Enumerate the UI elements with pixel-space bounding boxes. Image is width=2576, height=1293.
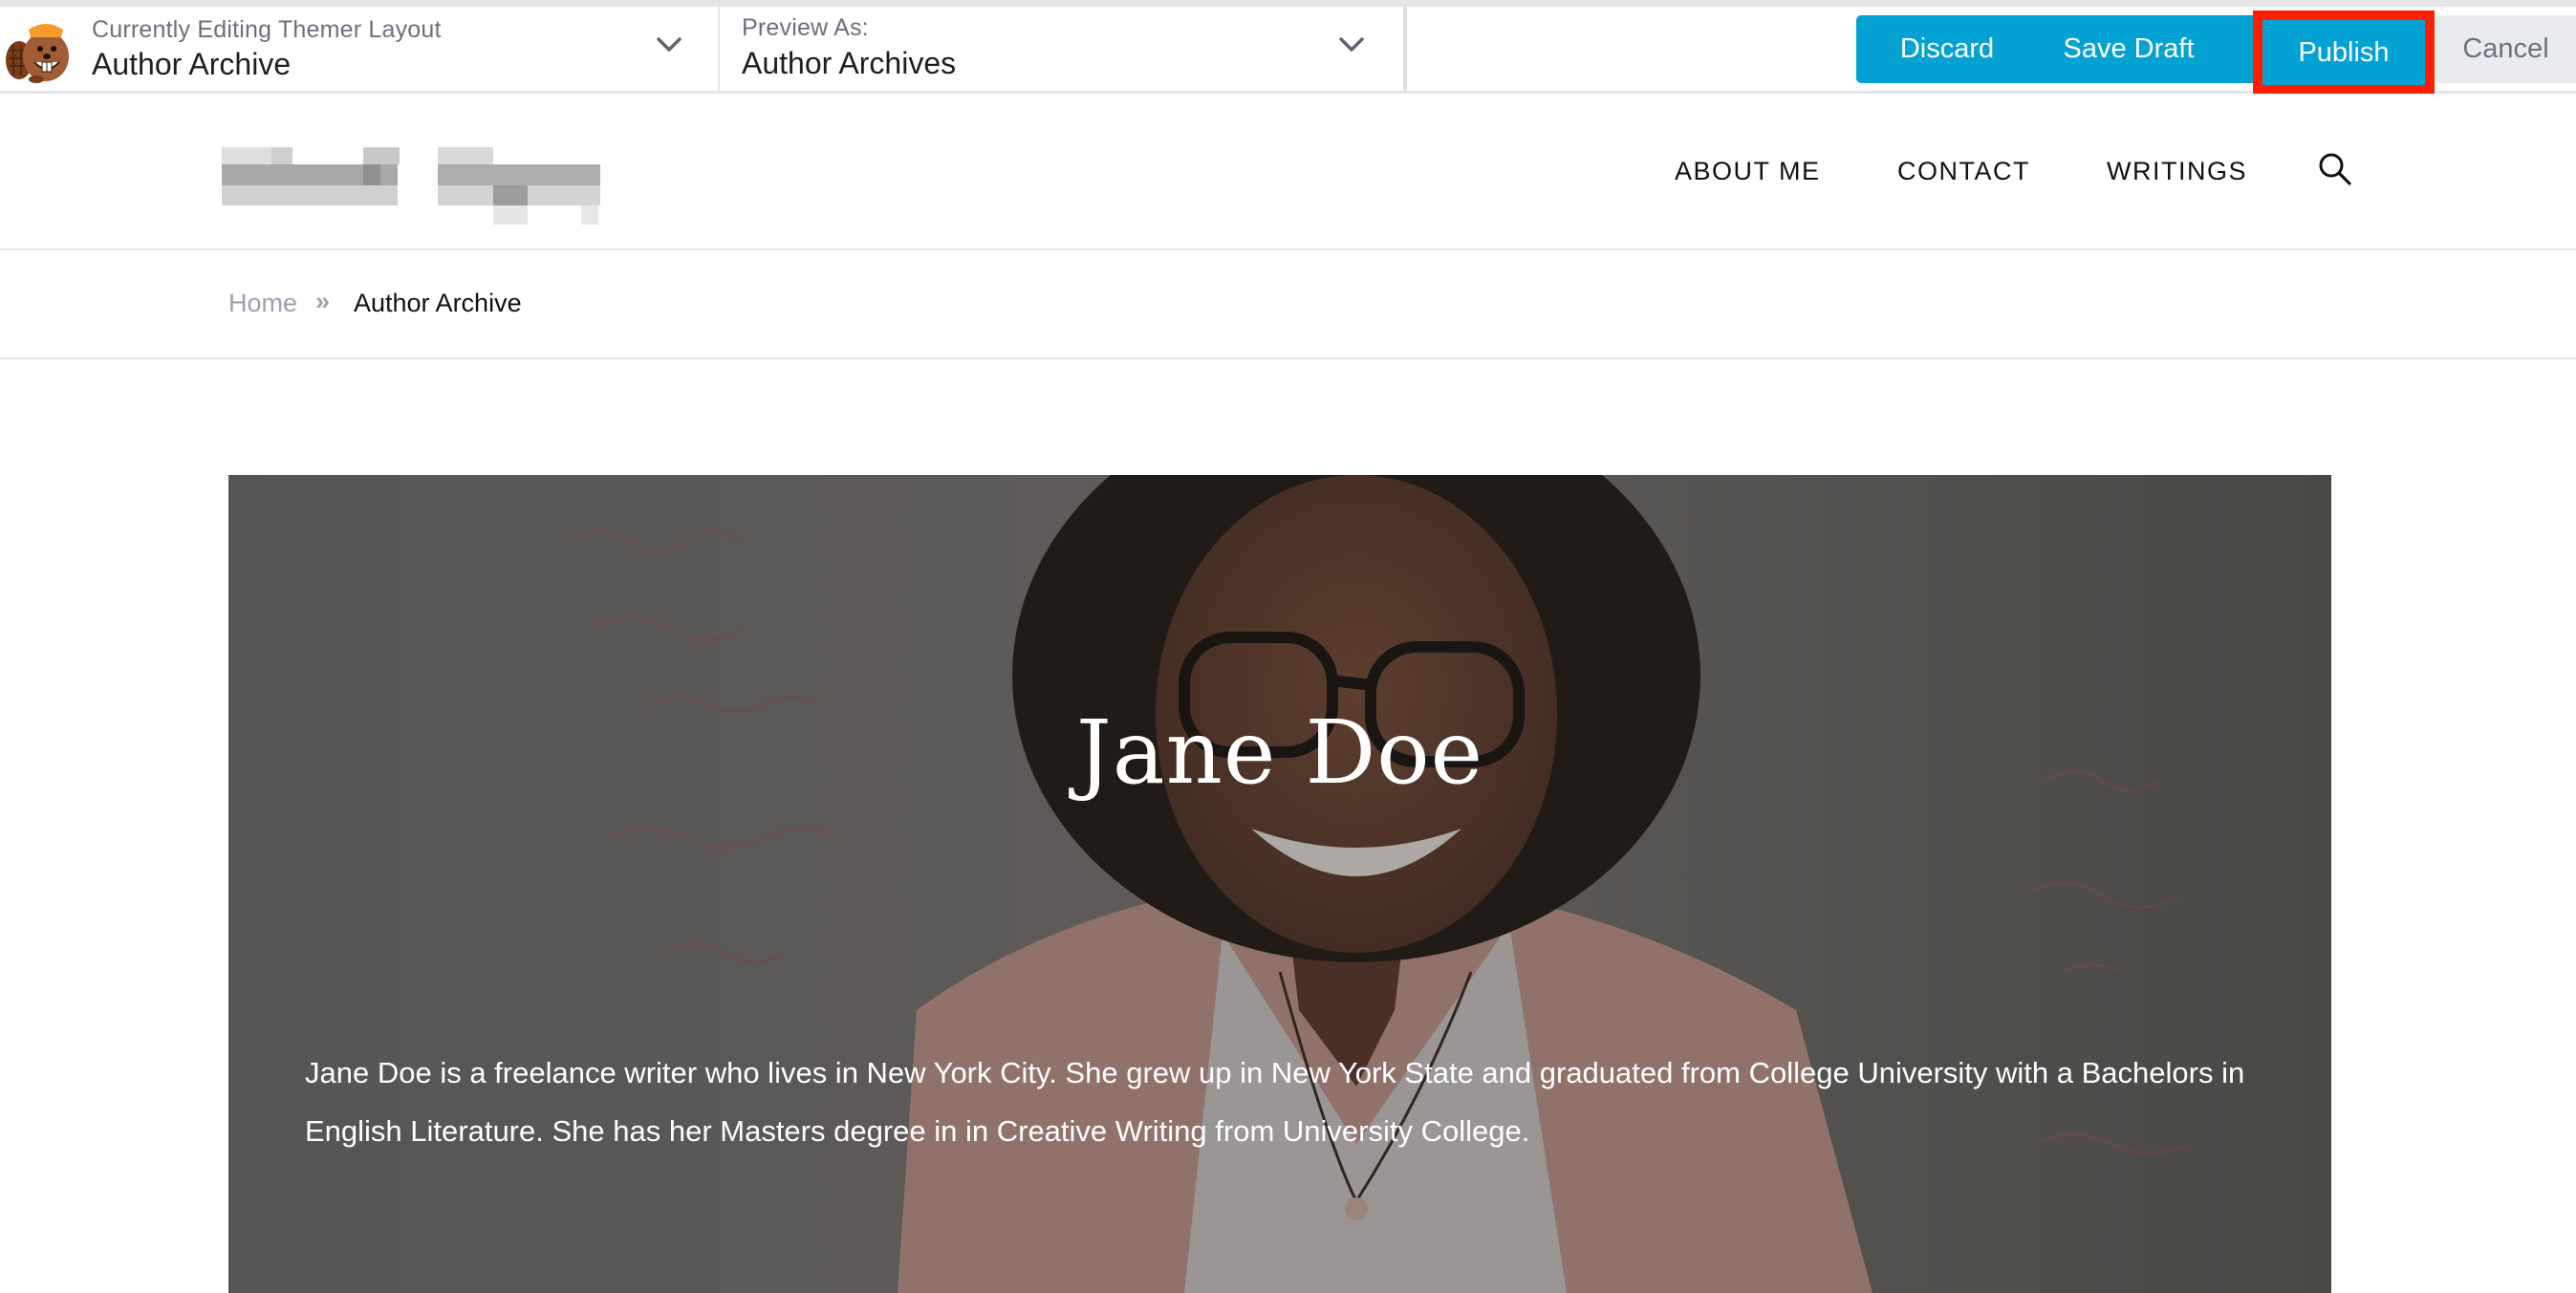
builder-toolbar: Currently Editing Themer Layout Author A… bbox=[0, 0, 2576, 95]
save-draft-button[interactable]: Save Draft bbox=[2038, 15, 2219, 83]
layout-value: Author Archive bbox=[92, 47, 292, 81]
breadcrumb: Home » Author Archive bbox=[0, 250, 2576, 359]
search-icon[interactable] bbox=[2317, 151, 2353, 187]
discard-button[interactable]: Discard bbox=[1856, 15, 2038, 83]
hero-overlay bbox=[228, 475, 2331, 1293]
author-bio: Jane Doe is a freelance writer who lives… bbox=[305, 1056, 2245, 1148]
publish-button[interactable]: Publish bbox=[2253, 11, 2435, 95]
breadcrumb-home-link[interactable]: Home bbox=[228, 289, 297, 318]
nav-contact[interactable]: CONTACT bbox=[1897, 157, 2030, 186]
chevron-down-icon[interactable] bbox=[656, 35, 682, 54]
layout-selector[interactable]: Currently Editing Themer Layout Author A… bbox=[0, 7, 720, 91]
layout-label: Currently Editing Themer Layout bbox=[92, 16, 442, 43]
nav-about-me[interactable]: ABOUT ME bbox=[1675, 157, 1821, 186]
publish-actions-group: Discard Save Draft bbox=[1856, 15, 2258, 83]
preview-as-selector[interactable]: Preview As: Author Archives bbox=[722, 7, 1407, 91]
author-name: Jane Doe bbox=[1075, 701, 1484, 804]
site-logo[interactable] bbox=[220, 147, 650, 225]
preview-label: Preview As: bbox=[742, 14, 869, 41]
breadcrumb-current: Author Archive bbox=[354, 289, 522, 317]
nav-writings[interactable]: WRITINGS bbox=[2107, 157, 2247, 186]
beaver-builder-logo-icon bbox=[6, 24, 69, 83]
chevron-down-icon[interactable] bbox=[1338, 35, 1365, 54]
cancel-button[interactable]: Cancel bbox=[2435, 15, 2576, 83]
site-header: ABOUT ME CONTACT WRITINGS bbox=[0, 94, 2576, 250]
double-chevron-right-icon: » bbox=[315, 287, 331, 315]
preview-value: Author Archives bbox=[742, 46, 957, 80]
author-hero: Jane Doe Jane Doe is a freelance writer … bbox=[228, 475, 2331, 1293]
